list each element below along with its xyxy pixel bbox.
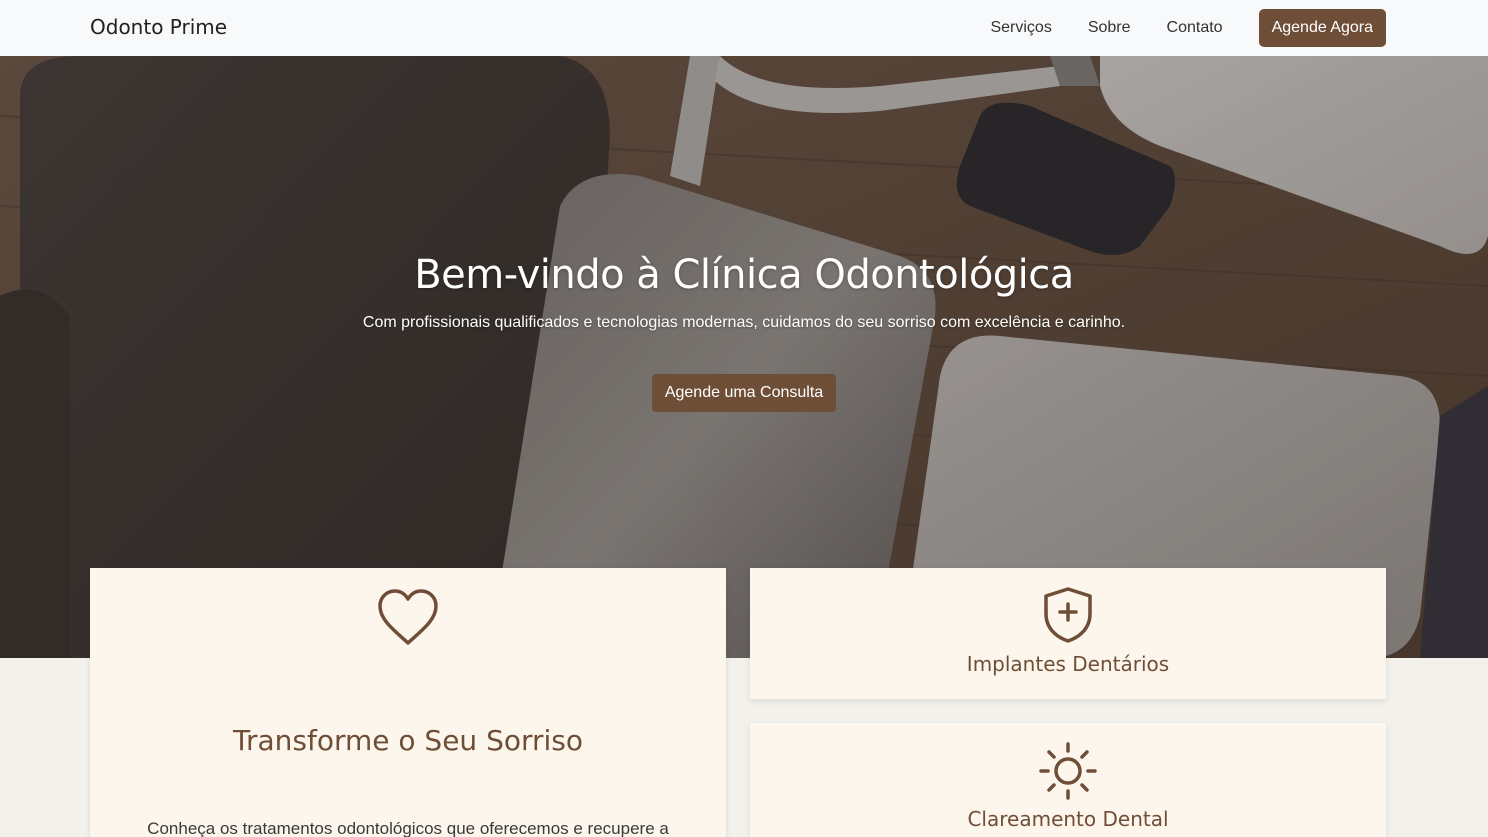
- card-title: Transforme o Seu Sorriso: [232, 724, 583, 757]
- shield-plus-icon: [1044, 587, 1092, 643]
- service-card-smile: Transforme o Seu Sorriso Conheça os trat…: [90, 568, 726, 837]
- nav-link-sobre[interactable]: Sobre: [1088, 19, 1131, 37]
- brand-logo[interactable]: Odonto Prime: [90, 15, 227, 39]
- card-title: Implantes Dentários: [966, 652, 1170, 676]
- service-card-whitening: Clareamento Dental: [750, 723, 1386, 837]
- nav-link-contato[interactable]: Contato: [1167, 19, 1223, 37]
- nav-link-servicos[interactable]: Serviços: [990, 19, 1051, 37]
- navbar: Odonto Prime Serviços Sobre Contato Agen…: [0, 0, 1488, 56]
- schedule-now-button[interactable]: Agende Agora: [1258, 9, 1386, 47]
- heart-icon: [378, 589, 438, 645]
- service-card-implants: Implantes Dentários: [750, 568, 1386, 699]
- hero-title: Bem-vindo à Clínica Odontológica: [414, 252, 1074, 298]
- hero-subtitle: Com profissionais qualificados e tecnolo…: [362, 314, 1126, 331]
- card-title: Clareamento Dental: [967, 807, 1169, 831]
- card-text: Conheça os tratamentos odontológicos que…: [147, 819, 669, 837]
- hero-content: Bem-vindo à Clínica Odontológica Com pro…: [0, 252, 1488, 412]
- sun-icon: [1039, 742, 1097, 800]
- nav-links: Serviços Sobre Contato Agende Agora: [990, 9, 1386, 47]
- schedule-consultation-button[interactable]: Agende uma Consulta: [651, 374, 837, 412]
